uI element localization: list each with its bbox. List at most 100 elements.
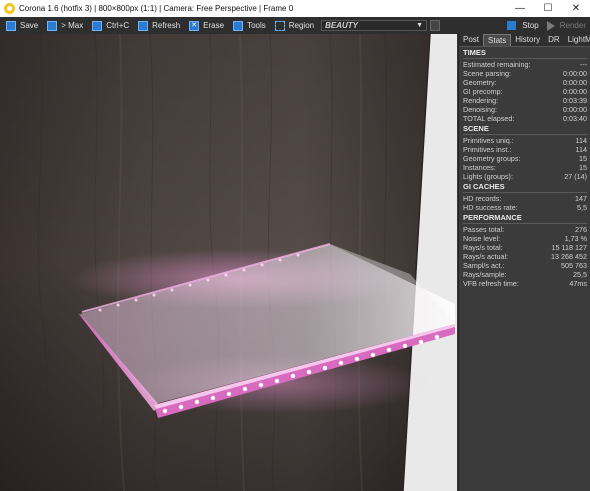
render-pass-select[interactable]: BEAUTY ▼ xyxy=(321,20,428,31)
stat-row: Instances: 15 xyxy=(463,163,587,172)
save-button[interactable]: Save xyxy=(3,18,41,33)
erase-label: Erase xyxy=(203,21,225,30)
maximize-button[interactable]: ☐ xyxy=(534,0,562,17)
stat-value: 276 xyxy=(575,225,587,234)
stat-row: Sampl/s act.: 505 763 xyxy=(463,261,587,270)
minimize-button[interactable]: — xyxy=(506,0,534,17)
corona-logo-icon xyxy=(4,3,15,14)
stat-value: 27 (14) xyxy=(564,172,587,181)
panel-tabs: Post Stats History DR LightMix xyxy=(459,34,590,47)
tab-stats[interactable]: Stats xyxy=(483,34,512,46)
stat-row: Estimated remaining: --- xyxy=(463,60,587,69)
stat-value: 147 xyxy=(575,194,587,203)
stat-row: Geometry groups: 15 xyxy=(463,154,587,163)
stat-label: Primitives uniq.: xyxy=(463,136,514,145)
max-label: > Max xyxy=(61,21,84,30)
tab-post[interactable]: Post xyxy=(459,34,483,46)
tools-icon xyxy=(233,20,244,31)
render-button[interactable]: Render xyxy=(546,20,586,31)
stat-row: Geometry: 0:00:00 xyxy=(463,78,587,87)
stat-value: 25,5 xyxy=(573,270,587,279)
section-gi-caches-title: GI CACHES xyxy=(463,182,587,193)
stat-label: Rendering: xyxy=(463,96,499,105)
stat-value: 0:03:39 xyxy=(563,96,587,105)
stat-label: Rays/sample: xyxy=(463,270,507,279)
stop-label: Stop xyxy=(522,21,539,30)
copy-label: Ctrl+C xyxy=(106,21,130,30)
window-title: Corona 1.6 (hotfix 3) | 800×800px (1:1) … xyxy=(19,4,294,13)
stat-label: VFB refresh time: xyxy=(463,279,519,288)
region-icon xyxy=(274,20,285,31)
close-button[interactable]: ✕ xyxy=(562,0,590,17)
region-button[interactable]: Region xyxy=(272,18,317,33)
stat-row: Primitives uniq.: 114 xyxy=(463,136,587,145)
copy-icon xyxy=(92,20,103,31)
play-icon xyxy=(546,20,555,31)
stat-value: 505 763 xyxy=(561,261,587,270)
window-controls: — ☐ ✕ xyxy=(506,0,590,17)
stat-value: 15 118 127 xyxy=(551,243,587,252)
max-icon xyxy=(47,20,58,31)
stat-row: GI precomp: 0:00:00 xyxy=(463,87,587,96)
stats-content: TIMES Estimated remaining: --- Scene pars… xyxy=(459,48,590,288)
stop-button[interactable]: Stop xyxy=(507,21,539,30)
stat-label: Lights (groups): xyxy=(463,172,513,181)
stat-label: Scene parsing: xyxy=(463,69,511,78)
stat-value: 13 268 452 xyxy=(551,252,587,261)
tab-lightmix[interactable]: LightMix xyxy=(564,34,590,46)
stat-row: Rays/sample: 25,5 xyxy=(463,270,587,279)
stat-value: 114 xyxy=(575,136,587,145)
region-label: Region xyxy=(288,21,315,30)
stat-value: 0:03:40 xyxy=(563,114,587,123)
stat-label: Noise level: xyxy=(463,234,501,243)
stat-value: 5,5 xyxy=(577,203,587,212)
stat-row: HD success rate: 5,5 xyxy=(463,203,587,212)
stop-icon xyxy=(507,21,517,30)
chevron-down-icon: ▼ xyxy=(416,22,424,29)
stat-label: HD success rate: xyxy=(463,203,518,212)
refresh-button[interactable]: Refresh xyxy=(135,18,183,33)
copy-button[interactable]: Ctrl+C xyxy=(89,18,132,33)
stat-value: 15 xyxy=(579,163,587,172)
stat-label: HD records: xyxy=(463,194,502,203)
tools-button[interactable]: Tools xyxy=(230,18,269,33)
stat-row: Denoising: 0:00:00 xyxy=(463,105,587,114)
tab-history[interactable]: History xyxy=(511,34,544,46)
refresh-icon xyxy=(138,20,149,31)
save-label: Save xyxy=(20,21,39,30)
stat-value: 114 xyxy=(575,145,587,154)
stat-value: 47ms xyxy=(569,279,587,288)
tab-dr[interactable]: DR xyxy=(544,34,564,46)
stat-row: Rendering: 0:03:39 xyxy=(463,96,587,105)
stat-row: VFB refresh time: 47ms xyxy=(463,279,587,288)
stat-value: 0:00:00 xyxy=(563,105,587,114)
vfb-toolbar: Save > Max Ctrl+C Refresh ✕ Erase Tools … xyxy=(0,17,590,35)
stat-value: 1,73 % xyxy=(564,234,587,243)
tools-label: Tools xyxy=(247,21,266,30)
stat-row: Noise level: 1,73 % xyxy=(463,234,587,243)
stat-row: Lights (groups): 27 (14) xyxy=(463,172,587,181)
stat-row: Passes total: 276 xyxy=(463,225,587,234)
stat-label: Primitives inst.: xyxy=(463,145,512,154)
stat-label: GI precomp: xyxy=(463,87,503,96)
stat-row: Rays/s total: 15 118 127 xyxy=(463,243,587,252)
stat-row: HD records: 147 xyxy=(463,194,587,203)
stat-value: 0:00:00 xyxy=(563,69,587,78)
erase-button[interactable]: ✕ Erase xyxy=(186,18,227,33)
stat-label: Sampl/s act.: xyxy=(463,261,505,270)
stat-label: Passes total: xyxy=(463,225,505,234)
stat-value: --- xyxy=(579,60,587,69)
stat-value: 0:00:00 xyxy=(563,78,587,87)
max-button[interactable]: > Max xyxy=(44,18,86,33)
refresh-label: Refresh xyxy=(152,21,181,30)
render-pass-value: BEAUTY xyxy=(325,21,358,30)
stat-label: Rays/s actual: xyxy=(463,252,509,261)
stat-value: 0:00:00 xyxy=(563,87,587,96)
stat-row: Scene parsing: 0:00:00 xyxy=(463,69,587,78)
section-scene-title: SCENE xyxy=(463,124,587,135)
render-viewport[interactable] xyxy=(0,34,457,491)
stat-label: Denoising: xyxy=(463,105,497,114)
stat-row: Rays/s actual: 13 268 452 xyxy=(463,252,587,261)
stat-label: Geometry: xyxy=(463,78,497,87)
pass-select-dropdown-button[interactable] xyxy=(430,20,441,31)
